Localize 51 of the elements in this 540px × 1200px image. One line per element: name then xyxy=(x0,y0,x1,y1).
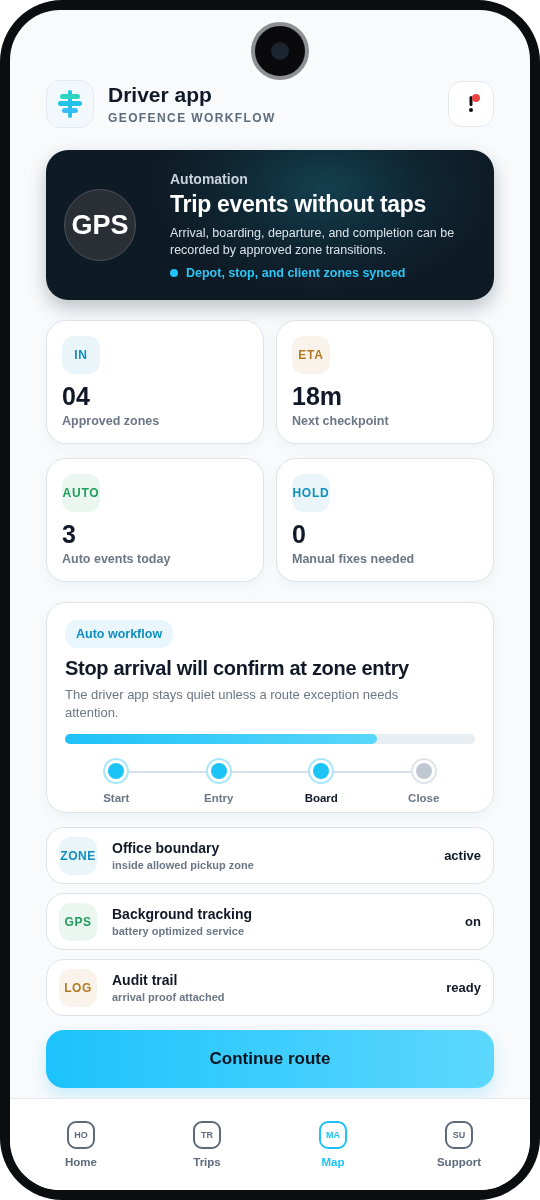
sync-dot xyxy=(170,268,178,277)
hero-eyebrow: Automation xyxy=(170,170,249,187)
stat-label: Manual fixes needed xyxy=(292,552,416,566)
camera-icon xyxy=(251,22,309,80)
workflow-chip: Auto workflow xyxy=(65,620,174,648)
stat-label: Auto events today xyxy=(62,552,172,566)
stat-value: 18m xyxy=(292,382,344,411)
nav-tab-icon: SU xyxy=(445,1121,473,1149)
nav-tab[interactable]: SU Support xyxy=(396,1121,522,1190)
row-status: ready xyxy=(446,980,481,995)
alert-icon xyxy=(468,95,474,113)
stat-tag: ETA xyxy=(292,336,330,374)
app-logo-icon xyxy=(46,80,94,128)
stat-tag: AUTO xyxy=(62,474,100,512)
stat-label: Next checkpoint xyxy=(292,414,390,428)
app-subtitle: GEOFENCE WORKFLOW xyxy=(108,111,277,125)
row-title: Background tracking xyxy=(112,906,254,922)
stat-value: 3 xyxy=(62,520,77,549)
app-title: Driver app xyxy=(108,83,213,107)
row-subtitle: battery optimized service xyxy=(112,925,246,937)
row-tag: GPS xyxy=(59,902,97,941)
hero-description: Arrival, boarding, departure, and completion can be recorded by approved zone transitions. xyxy=(170,224,456,259)
row-title: Audit trail xyxy=(112,972,179,988)
stat-value: 04 xyxy=(62,382,91,411)
stat-value: 0 xyxy=(292,520,307,549)
alert-button[interactable] xyxy=(448,81,494,127)
row-subtitle: inside allowed pickup zone xyxy=(112,859,255,871)
step-label: Entry xyxy=(204,792,234,804)
stat-tag: IN xyxy=(62,336,100,374)
row-title: Office boundary xyxy=(112,840,221,856)
sync-status: Depot, stop, and client zones synced xyxy=(186,265,406,280)
row-status: on xyxy=(465,914,481,929)
nav-tab-icon: HO xyxy=(67,1121,95,1149)
row-status: active xyxy=(444,848,481,863)
nav-tab-icon: MA xyxy=(319,1121,347,1149)
step-label: Close xyxy=(408,792,440,804)
step-label: Board xyxy=(304,792,338,804)
row-tag: ZONE xyxy=(59,836,97,875)
stat-tag: HOLD xyxy=(292,474,330,512)
row-subtitle: arrival proof attached xyxy=(112,991,226,1003)
continue-button[interactable]: Continue route xyxy=(46,1030,494,1088)
workflow-title: Stop arrival will confirm at zone entry xyxy=(65,657,410,680)
nav-tab-icon: TR xyxy=(193,1121,221,1149)
nav-tab[interactable]: HO Home xyxy=(18,1121,144,1190)
workflow-description: The driver app stays quiet unless a route exception needs attention. xyxy=(65,686,400,722)
stat-label: Approved zones xyxy=(62,414,161,428)
step-label: Start xyxy=(103,792,130,804)
hero-title: Trip events without taps xyxy=(170,190,428,218)
nav-tab[interactable]: TR Trips xyxy=(144,1121,270,1190)
row-tag: LOG xyxy=(59,968,97,1007)
gps-badge: GPS xyxy=(64,189,136,261)
